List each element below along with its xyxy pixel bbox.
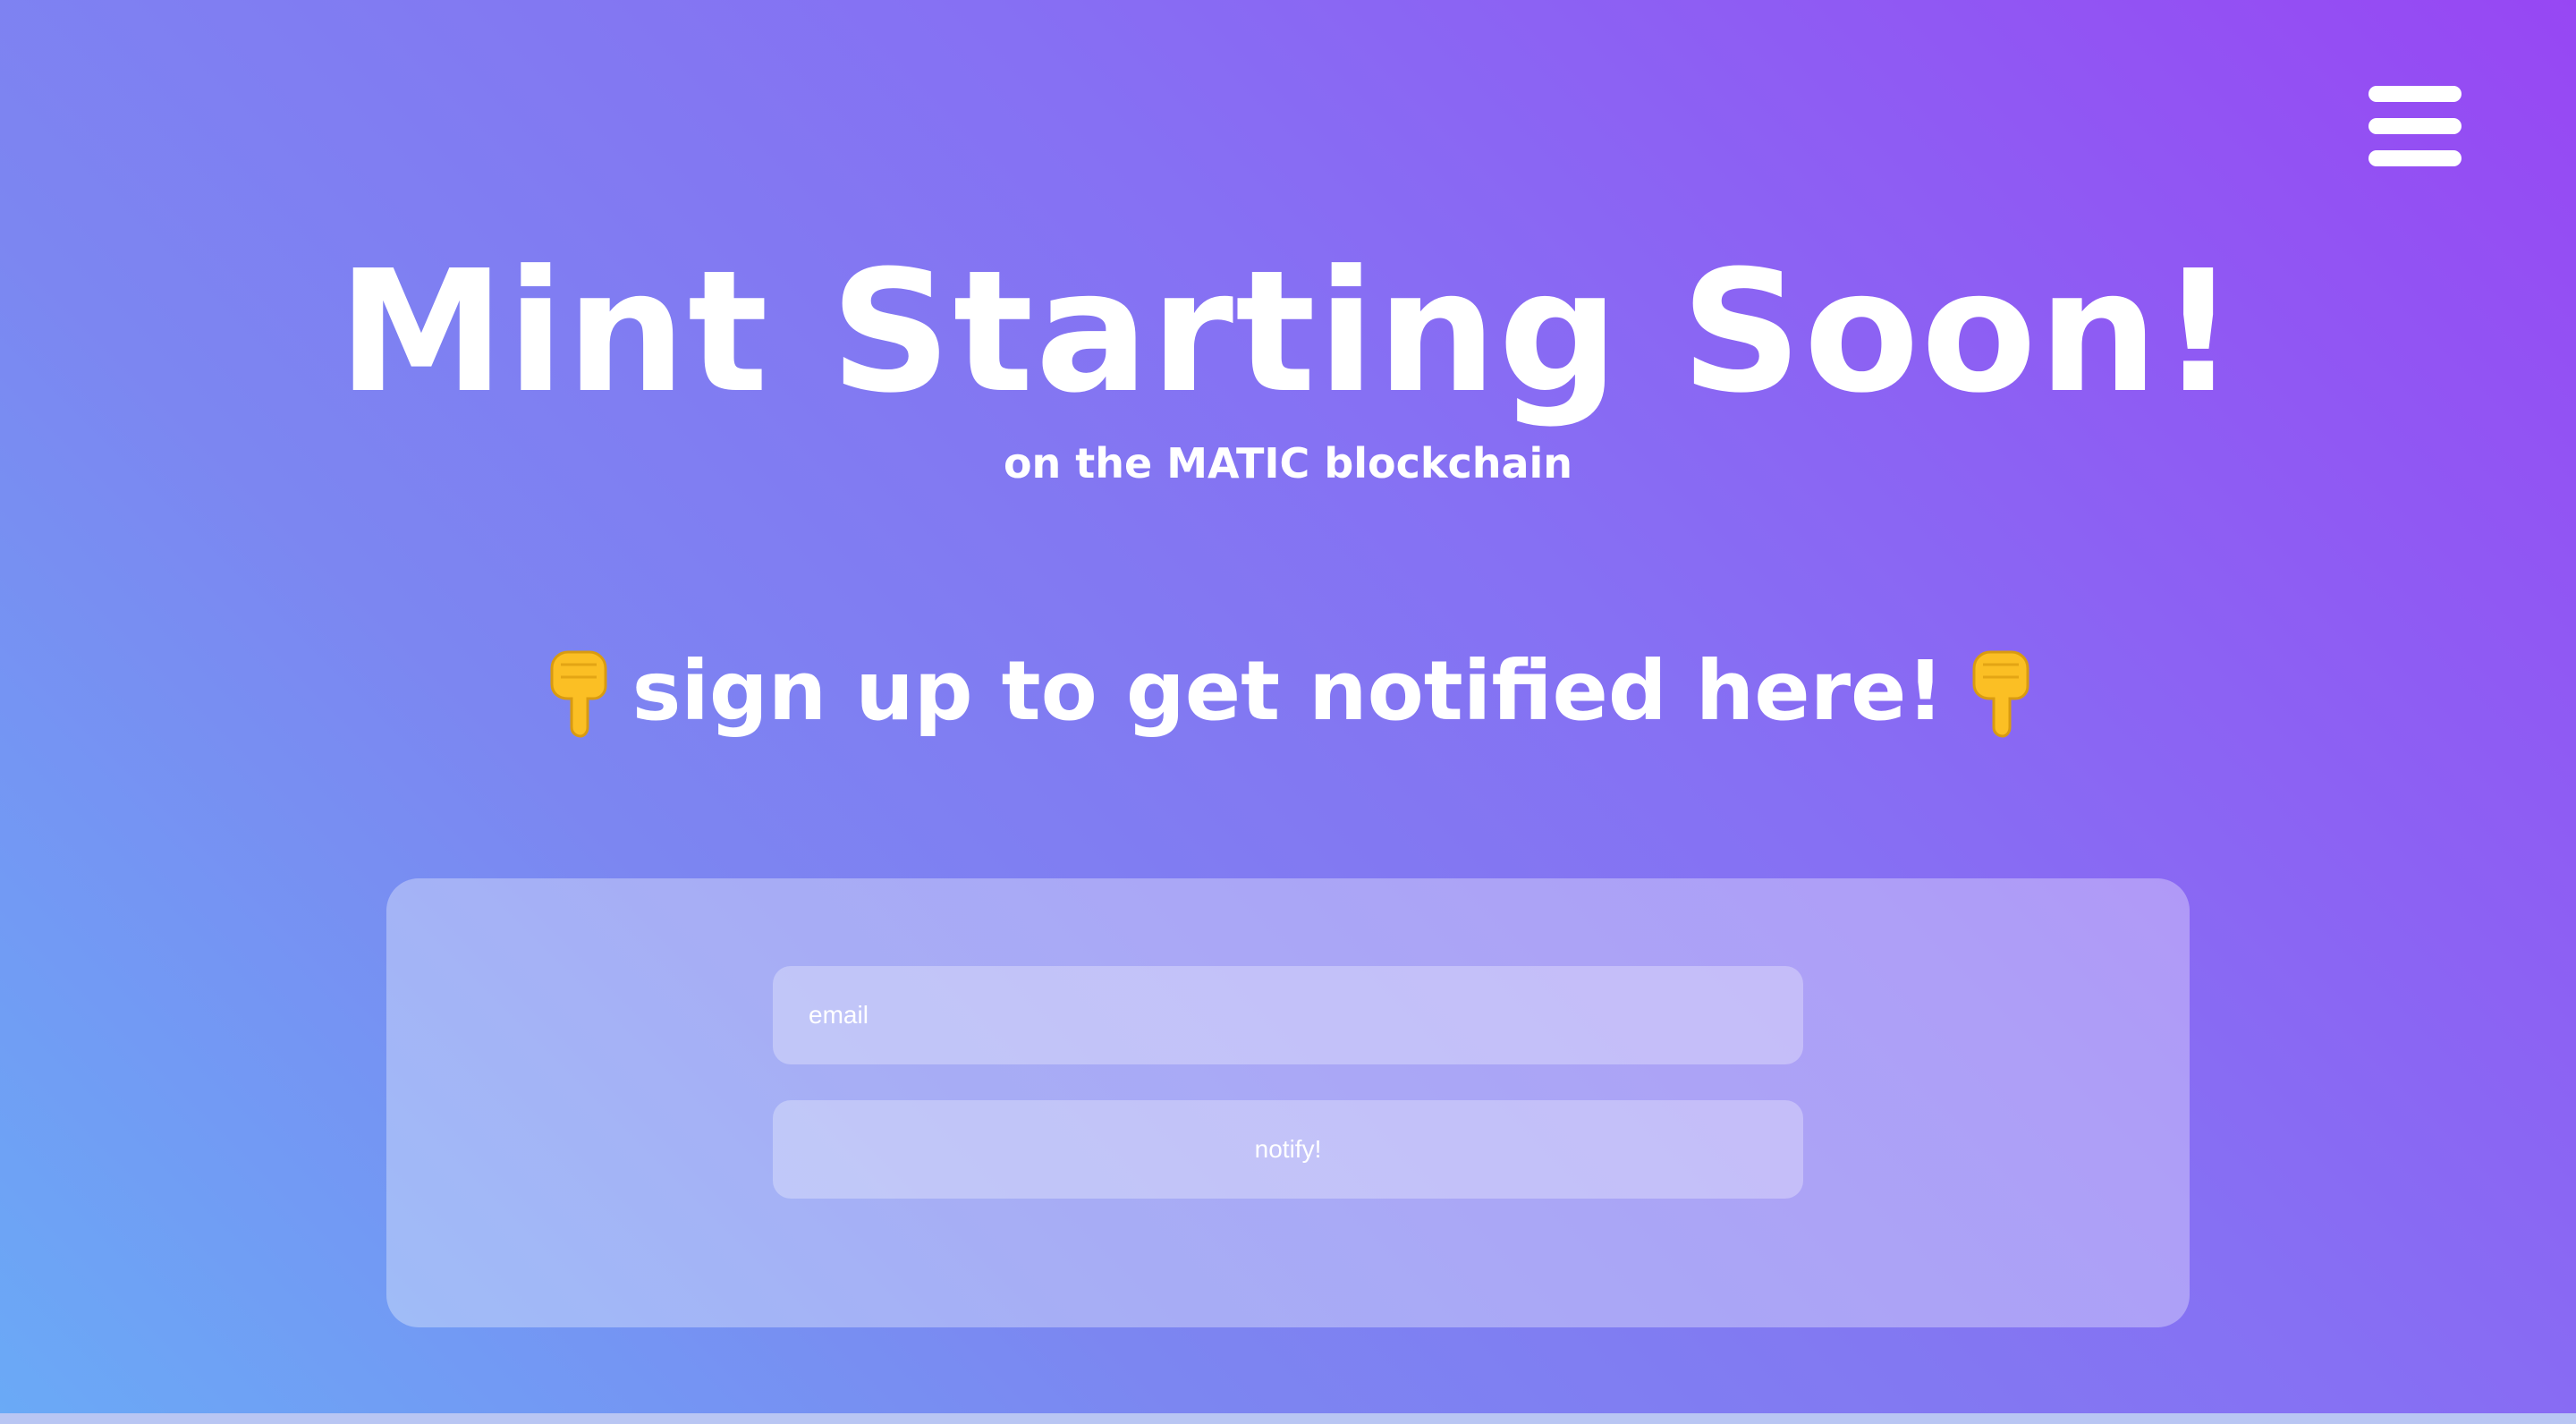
pointing-down-hand-icon [541, 645, 613, 738]
pointing-down-hand-icon [1963, 645, 2035, 738]
menu-bar-bottom [2368, 150, 2462, 166]
page-subtitle: on the MATIC blockchain [1003, 439, 1573, 487]
notify-button[interactable]: notify! [773, 1100, 1803, 1199]
signup-form-card: notify! [386, 878, 2190, 1327]
signup-prompt: sign up to get notified here! [0, 642, 2576, 741]
menu-bar-top [2368, 86, 2462, 102]
menu-bar-middle [2368, 118, 2462, 134]
hamburger-menu-icon[interactable] [2368, 86, 2462, 166]
bottom-divider [0, 1413, 2576, 1424]
page-title: Mint Starting Soon! [337, 234, 2239, 430]
email-field[interactable] [773, 966, 1803, 1064]
signup-prompt-text: sign up to get notified here! [631, 643, 1945, 739]
